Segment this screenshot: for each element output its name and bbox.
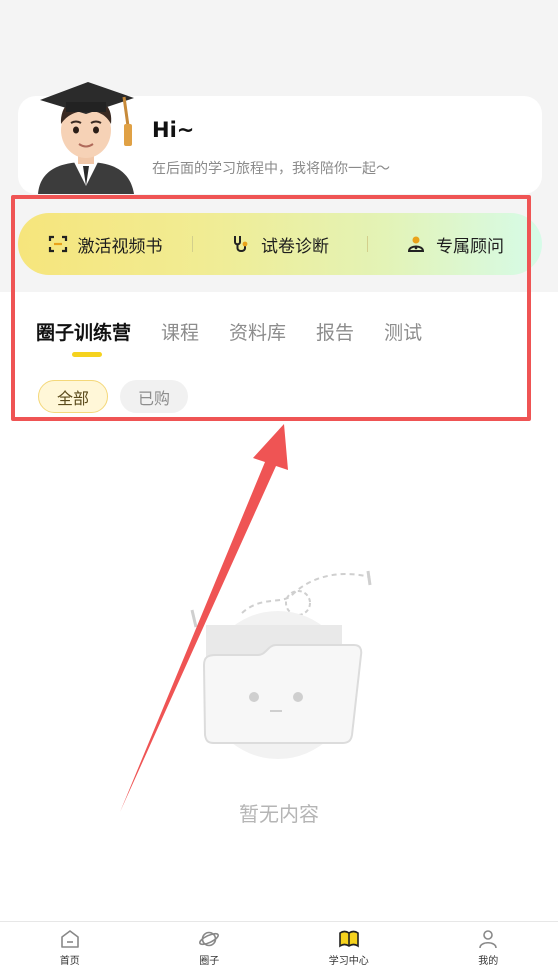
nav-learning-center[interactable]: 学习中心 — [279, 922, 419, 968]
nav-profile-label: 我的 — [478, 956, 499, 967]
home-icon — [60, 930, 79, 948]
planet-icon — [199, 931, 220, 947]
nav-profile[interactable]: 我的 — [419, 922, 558, 968]
nav-home[interactable]: 首页 — [0, 922, 140, 968]
nav-learning-center-label: 学习中心 — [328, 956, 369, 967]
greeting-subtitle: 在后面的学习旅程中，我将陪你一起～ — [152, 161, 390, 177]
empty-folder-icon — [190, 570, 372, 759]
user-icon — [479, 930, 498, 949]
nav-circle[interactable]: 圈子 — [140, 922, 280, 968]
nav-home-label: 首页 — [59, 956, 80, 967]
highlight-annotation-box — [11, 195, 531, 421]
greeting-title: Hi~ — [152, 118, 195, 142]
graduate-avatar-icon — [38, 82, 134, 194]
empty-state-text: 暂无内容 — [239, 802, 319, 826]
nav-circle-label: 圈子 — [199, 956, 220, 967]
book-icon — [338, 930, 359, 948]
bottom-navigation: 首页 圈子 学习中心 我的 — [0, 921, 558, 968]
